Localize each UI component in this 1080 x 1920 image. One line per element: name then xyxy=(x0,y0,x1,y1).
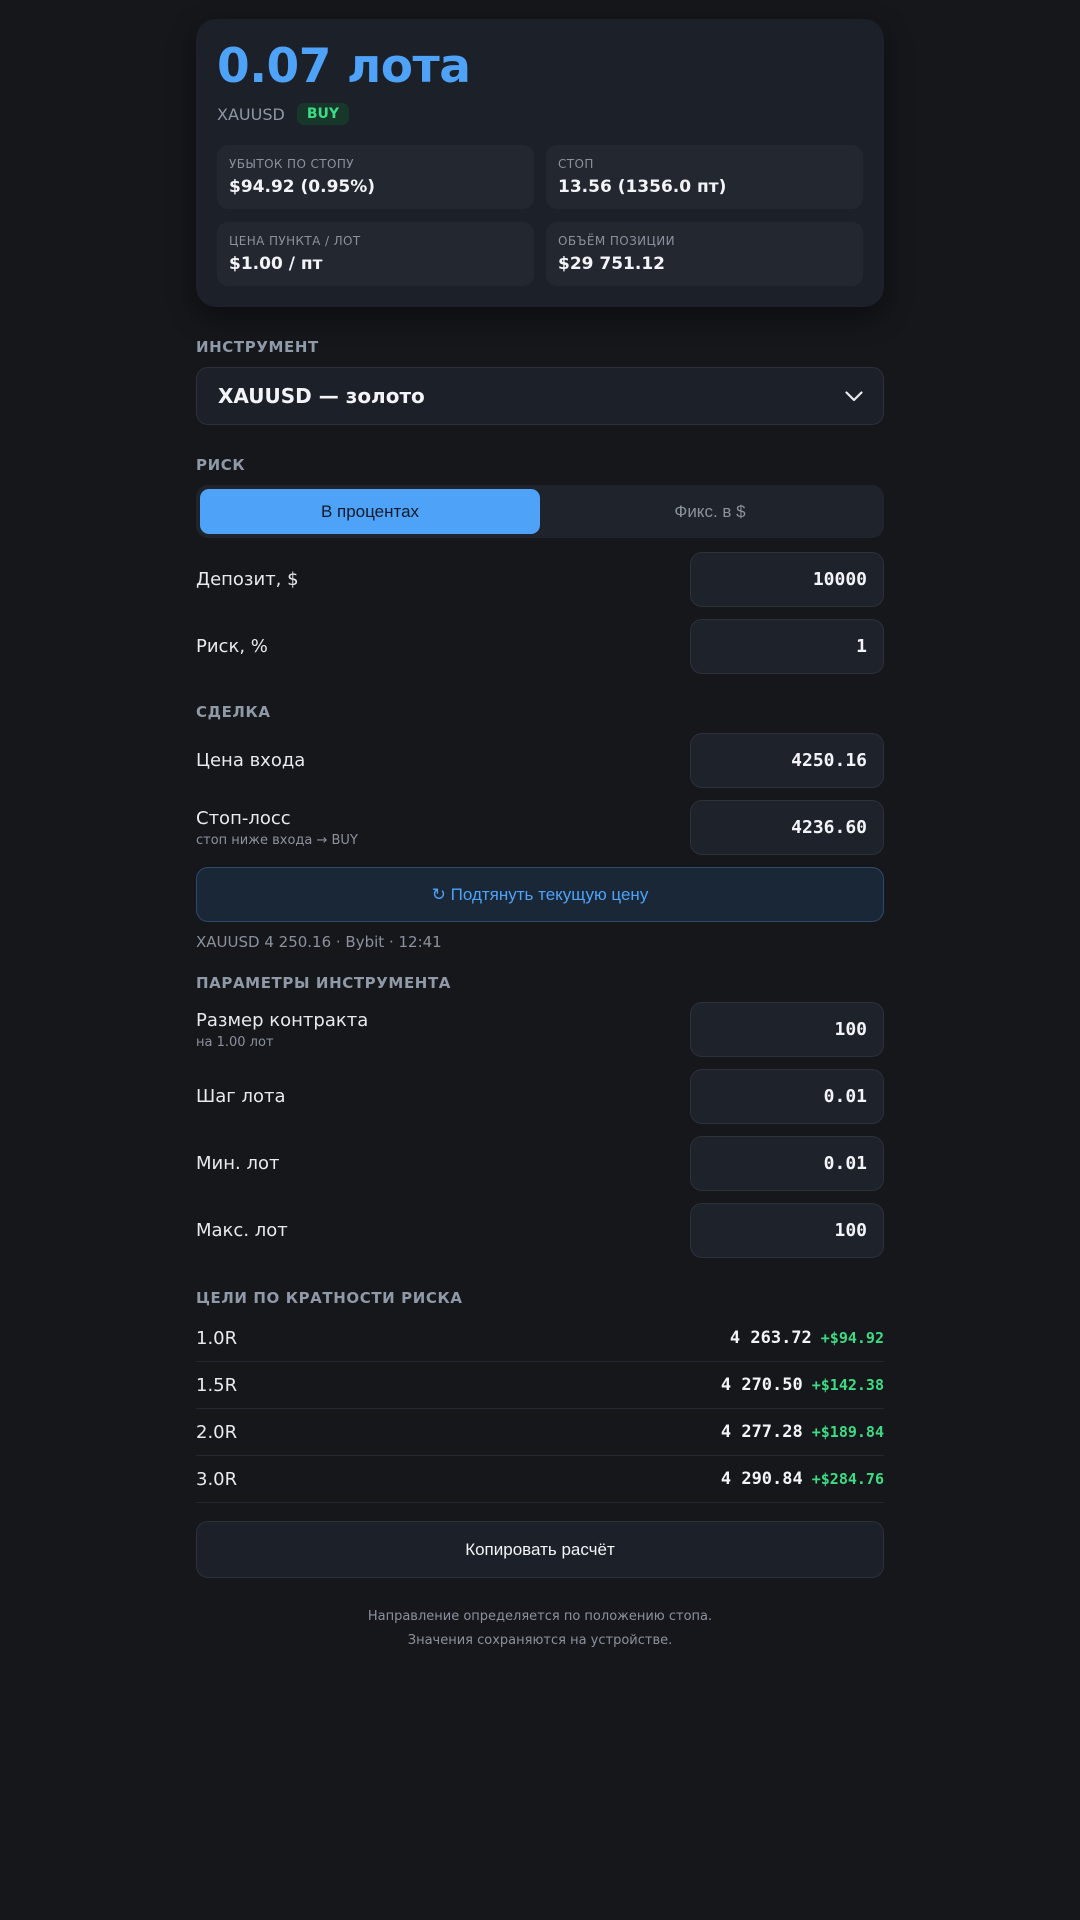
direction-badge: BUY xyxy=(296,103,349,125)
stat-value: $94.92 (0.95%) xyxy=(229,177,376,197)
risk-label: Риск, % xyxy=(196,636,268,657)
chevron-down-icon xyxy=(845,387,863,406)
stat-label: ЦЕНА ПУНКТА / ЛОТ xyxy=(229,234,361,248)
stat-stop: СТОП 13.56 (1356.0 пт) xyxy=(546,145,863,209)
stat-value: $1.00 / пт xyxy=(229,254,323,274)
footer-line-storage: Значения сохраняются на устройстве. xyxy=(407,1633,673,1648)
stat-loss-at-stop: УБЫТОК ПО СТОПУ $94.92 (0.95%) xyxy=(217,145,534,209)
target-row: 2.0R 4 277.28 +$189.84 xyxy=(196,1409,884,1456)
contract-size-row: Размер контракта на 1.00 лот 100 xyxy=(196,1002,884,1057)
risk-mode-fixed-button[interactable]: Фикс. в $ xyxy=(540,489,880,534)
target-price: 4 290.84 xyxy=(720,1469,803,1489)
summary-stats-grid: УБЫТОК ПО СТОПУ $94.92 (0.95%) СТОП 13.5… xyxy=(217,145,863,286)
risk-mode-percent-button[interactable]: В процентах xyxy=(200,489,540,534)
target-multiple: 2.0R xyxy=(196,1421,238,1443)
entry-row: Цена входа 4250.16 xyxy=(196,733,884,788)
target-row: 3.0R 4 290.84 +$284.76 xyxy=(196,1456,884,1503)
instrument-selected-value: XAUUSD — золото xyxy=(218,384,425,408)
section-instrument: ИНСТРУМЕНТ xyxy=(196,338,319,356)
target-multiple: 3.0R xyxy=(196,1468,238,1490)
section-risk: РИСК xyxy=(196,456,246,474)
price-source-status: XAUUSD 4 250.16 · Bybit · 12:41 xyxy=(196,933,442,951)
max-lot-label: Макс. лот xyxy=(196,1220,288,1241)
stop-loss-input[interactable]: 4236.60 xyxy=(690,800,884,855)
target-price: 4 277.28 xyxy=(720,1422,803,1442)
stat-position-volume: ОБЪЁМ ПОЗИЦИИ $29 751.12 xyxy=(546,222,863,286)
section-instrument-params: ПАРАМЕТРЫ ИНСТРУМЕНТА xyxy=(196,974,452,992)
risk-input[interactable]: 1 xyxy=(690,619,884,674)
stat-label: СТОП xyxy=(558,157,594,171)
instrument-select[interactable]: XAUUSD — золото xyxy=(196,367,884,425)
copy-calculation-button[interactable]: Копировать расчёт xyxy=(196,1521,884,1578)
stop-loss-row: Стоп-лосс стоп ниже входа → BUY 4236.60 xyxy=(196,800,884,855)
calculator-page: 0.07 лота XAUUSD BUY УБЫТОК ПО СТОПУ $94… xyxy=(196,0,884,1653)
deposit-input[interactable]: 10000 xyxy=(690,552,884,607)
section-targets: ЦЕЛИ ПО КРАТНОСТИ РИСКА xyxy=(196,1289,463,1307)
target-values: 4 290.84 +$284.76 xyxy=(721,1469,884,1489)
max-lot-row: Макс. лот 100 xyxy=(196,1203,884,1258)
target-profit: +$284.76 xyxy=(811,1470,884,1488)
target-profit: +$94.92 xyxy=(820,1329,884,1347)
lot-step-input[interactable]: 0.01 xyxy=(690,1069,884,1124)
lot-step-label: Шаг лота xyxy=(196,1086,286,1107)
stop-loss-label: Стоп-лосс xyxy=(196,807,291,829)
contract-size-input[interactable]: 100 xyxy=(690,1002,884,1057)
target-multiple: 1.0R xyxy=(196,1327,238,1349)
contract-size-label-group: Размер контракта на 1.00 лот xyxy=(196,1010,368,1050)
min-lot-row: Мин. лот 0.01 xyxy=(196,1136,884,1191)
max-lot-input[interactable]: 100 xyxy=(690,1203,884,1258)
stat-label: УБЫТОК ПО СТОПУ xyxy=(229,157,355,171)
risk-row: Риск, % 1 xyxy=(196,619,884,674)
entry-label: Цена входа xyxy=(196,750,306,771)
min-lot-label: Мин. лот xyxy=(196,1153,280,1174)
target-price: 4 270.50 xyxy=(720,1375,803,1395)
stat-point-value: ЦЕНА ПУНКТА / ЛОТ $1.00 / пт xyxy=(217,222,534,286)
min-lot-input[interactable]: 0.01 xyxy=(690,1136,884,1191)
target-profit: +$189.84 xyxy=(811,1423,884,1441)
footer-note: Направление определяется по положению ст… xyxy=(196,1605,884,1653)
summary-symbol: XAUUSD xyxy=(217,104,285,124)
section-trade: СДЕЛКА xyxy=(196,703,271,721)
stat-label: ОБЪЁМ ПОЗИЦИИ xyxy=(558,234,676,248)
lot-step-row: Шаг лота 0.01 xyxy=(196,1069,884,1124)
risk-mode-toggle: В процентах Фикс. в $ xyxy=(196,485,884,538)
fetch-current-price-button[interactable]: ↻ Подтянуть текущую цену xyxy=(196,867,884,922)
stat-value: 13.56 (1356.0 пт) xyxy=(558,177,727,197)
target-values: 4 277.28 +$189.84 xyxy=(721,1422,884,1442)
target-profit: +$142.38 xyxy=(811,1376,884,1394)
deposit-row: Депозит, $ 10000 xyxy=(196,552,884,607)
symbol-row: XAUUSD BUY xyxy=(217,101,863,127)
deposit-label: Депозит, $ xyxy=(196,569,299,590)
target-row: 1.5R 4 270.50 +$142.38 xyxy=(196,1362,884,1409)
entry-price-input[interactable]: 4250.16 xyxy=(690,733,884,788)
contract-size-hint: на 1.00 лот xyxy=(196,1034,274,1050)
stat-value: $29 751.12 xyxy=(558,254,666,274)
footer-line-direction: Направление определяется по положению ст… xyxy=(367,1609,713,1624)
lot-size-result: 0.07 лота xyxy=(217,39,471,94)
target-multiple: 1.5R xyxy=(196,1374,238,1396)
targets-list: 1.0R 4 263.72 +$94.92 1.5R 4 270.50 +$14… xyxy=(196,1315,884,1503)
target-price: 4 263.72 xyxy=(729,1328,812,1348)
result-summary-card: 0.07 лота XAUUSD BUY УБЫТОК ПО СТОПУ $94… xyxy=(196,19,884,307)
target-values: 4 270.50 +$142.38 xyxy=(721,1375,884,1395)
target-row: 1.0R 4 263.72 +$94.92 xyxy=(196,1315,884,1362)
stop-loss-hint: стоп ниже входа → BUY xyxy=(196,832,358,848)
contract-size-label: Размер контракта xyxy=(196,1009,369,1031)
stop-loss-label-group: Стоп-лосс стоп ниже входа → BUY xyxy=(196,808,358,848)
target-values: 4 263.72 +$94.92 xyxy=(730,1328,884,1348)
